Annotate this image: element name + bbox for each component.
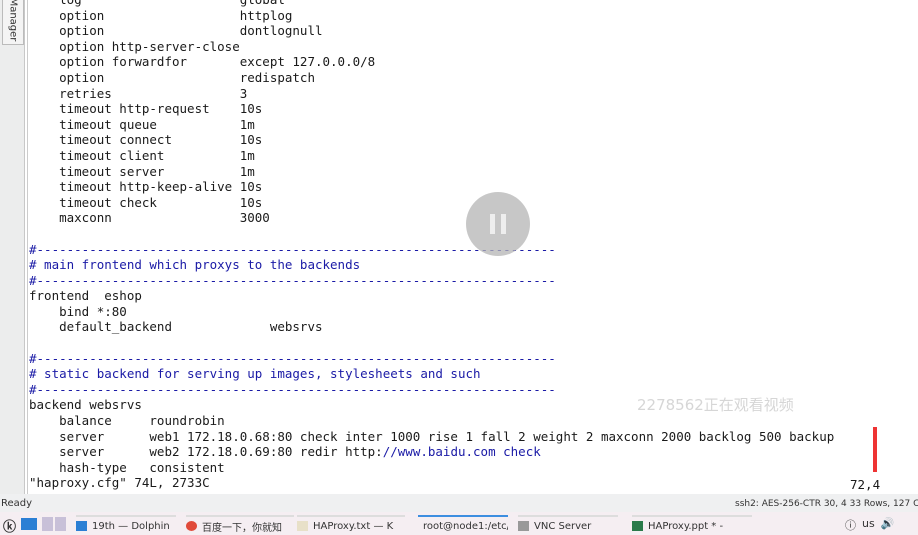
comment-text: #---------------------------------------… (29, 381, 556, 397)
editor-line: timeout queue 1m (29, 117, 834, 133)
editor-line: #---------------------------------------… (29, 242, 834, 258)
editor-line: timeout http-request 10s (29, 101, 834, 117)
editor-line: log global (29, 0, 834, 8)
code-text: timeout check 10s (29, 194, 263, 210)
code-text: server web2 172.18.0.69:80 redir http: (29, 444, 383, 460)
code-text: frontend eshop (29, 288, 142, 304)
taskbar-task[interactable]: HAProxy.txt — K (297, 515, 405, 535)
taskbar-task[interactable]: VNC Server (518, 515, 618, 535)
editor-line: maxconn 3000 (29, 210, 834, 226)
code-text: bind *:80 (29, 303, 127, 319)
editor-line: bind *:80 (29, 304, 834, 320)
editor-line: option http-server-close (29, 39, 834, 55)
comment-text: #---------------------------------------… (29, 350, 556, 366)
editor-line: server web2 172.18.0.69:80 redir http://… (29, 444, 834, 460)
comment-text: #---------------------------------------… (29, 272, 556, 288)
code-text: timeout http-keep-alive 10s (29, 179, 263, 195)
volume-icon[interactable]: 🔊 (881, 517, 895, 533)
chrome-icon (186, 521, 197, 531)
code-text: option dontlognull (29, 23, 323, 39)
editor-left-border (27, 0, 28, 494)
editor-line: option httplog (29, 8, 834, 24)
editor-line: option redispatch (29, 70, 834, 86)
folder-icon (76, 521, 87, 531)
pause-button[interactable] (466, 192, 530, 256)
pause-icon (501, 214, 506, 234)
taskbar: ⓚ 19th — Dolphin 百度一下，你就知 HAProxy.txt — K r… (0, 512, 918, 535)
code-text: maxconn 3000 (29, 210, 270, 226)
code-text: timeout connect 10s (29, 132, 263, 148)
manager-tab[interactable]: Manager (2, 0, 24, 45)
editor-line: #---------------------------------------… (29, 273, 834, 289)
editor-line: balance roundrobin (29, 413, 834, 429)
editor-line: timeout server 1m (29, 164, 834, 180)
taskbar-task[interactable]: root@node1:/etc/ (418, 515, 508, 535)
terminal-editor[interactable]: log global option httplog option dontlog… (25, 0, 918, 494)
status-bar: Ready ssh2: AES-256-CTR 30, 4 33 Rows, 1… (0, 495, 918, 512)
code-text: timeout queue 1m (29, 116, 255, 132)
code-text: timeout http-request 10s (29, 101, 263, 117)
editor-line: default_backend websrvs (29, 319, 834, 335)
task-label: 19th — Dolphin (92, 520, 170, 532)
code-text: server web1 172.18.0.68:80 check inter 1… (29, 428, 835, 444)
editor-line: timeout client 1m (29, 148, 834, 164)
editor-line: "haproxy.cfg" 74L, 2733C (29, 475, 834, 491)
comment-text: //www.baidu.com check (382, 444, 541, 460)
text-file-icon (297, 521, 308, 531)
code-text: "haproxy.cfg" 74L, 2733C (29, 475, 210, 491)
task-label: HAProxy.ppt * - (648, 520, 724, 532)
kde-launcher-icon[interactable]: ⓚ (3, 516, 16, 535)
editor-line: option dontlognull (29, 23, 834, 39)
editor-line: timeout http-keep-alive 10s (29, 179, 834, 195)
system-tray: ⓘ us 🔊 (845, 517, 894, 533)
comment-text: # main frontend which proxys to the back… (29, 257, 361, 273)
code-text: default_backend websrvs (29, 319, 323, 335)
code-text: option forwardfor except 127.0.0.0/8 (29, 54, 376, 70)
taskbar-task[interactable]: 19th — Dolphin (76, 515, 176, 535)
editor-line: frontend eshop (29, 288, 834, 304)
code-text: timeout server 1m (29, 163, 255, 179)
editor-line: timeout check 10s (29, 195, 834, 211)
pause-icon (490, 214, 495, 234)
editor-line: retries 3 (29, 86, 834, 102)
editor-line: #---------------------------------------… (29, 351, 834, 367)
show-desktop-icon[interactable] (21, 518, 37, 530)
red-marker (873, 427, 877, 472)
pager-icon[interactable] (42, 517, 66, 531)
comment-text: # static backend for serving up images, … (29, 366, 481, 382)
lang-indicator[interactable]: us (862, 517, 875, 533)
code-text: option httplog (29, 7, 293, 23)
taskbar-task[interactable]: HAProxy.ppt * - (632, 515, 752, 535)
task-label: VNC Server (534, 520, 592, 532)
editor-line: option forwardfor except 127.0.0.0/8 (29, 54, 834, 70)
task-label: root@node1:/etc/ (423, 520, 508, 532)
editor-line: # main frontend which proxys to the back… (29, 257, 834, 273)
editor-line: server web1 172.18.0.68:80 check inter 1… (29, 429, 834, 445)
code-text: retries 3 (29, 85, 248, 101)
cursor-position: 72,4 (850, 477, 881, 492)
presentation-icon (632, 521, 643, 531)
editor-text: log global option httplog option dontlog… (29, 0, 834, 491)
editor-line: timeout connect 10s (29, 132, 834, 148)
task-label: HAProxy.txt — K (313, 520, 394, 532)
code-text: hash-type consistent (29, 459, 225, 475)
taskbar-task[interactable]: 百度一下，你就知 (186, 515, 294, 535)
info-icon[interactable]: ⓘ (845, 517, 856, 533)
code-text: log global (29, 0, 285, 7)
vnc-icon (518, 521, 529, 531)
side-panel: Manager (0, 0, 25, 494)
code-text: backend websrvs (29, 397, 142, 413)
code-text: timeout client 1m (29, 147, 255, 163)
code-text: option redispatch (29, 69, 315, 85)
status-text: Ready (1, 498, 33, 509)
editor-line: hash-type consistent (29, 460, 834, 476)
watermark: 2278562正在观看视频 (637, 396, 794, 414)
code-text: balance roundrobin (29, 413, 225, 429)
editor-line: # static backend for serving up images, … (29, 366, 834, 382)
session-info: ssh2: AES-256-CTR 30, 4 33 Rows, 127 Co (735, 499, 918, 509)
code-text: option http-server-close (29, 38, 240, 54)
task-label: 百度一下，你就知 (202, 522, 282, 534)
